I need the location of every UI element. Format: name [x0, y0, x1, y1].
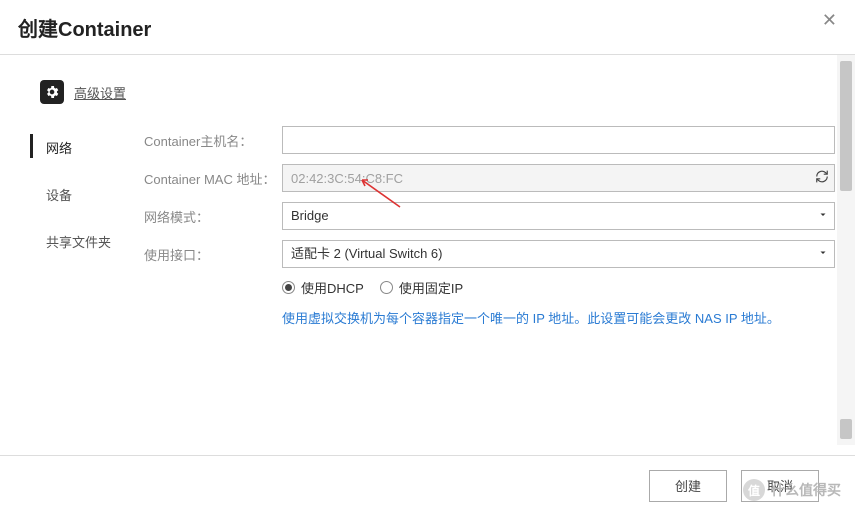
chevron-down-icon [817, 209, 829, 224]
dialog-title: 创建Container [18, 13, 151, 42]
refresh-icon[interactable] [815, 170, 829, 187]
sidebar-item-device[interactable]: 设备 [0, 171, 130, 218]
sidebar-item-label: 设备 [46, 188, 72, 203]
radio-use-static-ip[interactable]: 使用固定IP [380, 278, 463, 297]
sidebar-item-label: 网络 [46, 141, 72, 156]
scrollbar-thumb[interactable] [840, 419, 852, 439]
network-mode-value: Bridge [291, 208, 329, 223]
scrollbar-thumb[interactable] [840, 61, 852, 191]
close-icon[interactable]: ✕ [822, 10, 837, 31]
mode-label: 网络模式： [144, 207, 282, 226]
mac-input[interactable] [282, 164, 835, 192]
sidebar-item-label: 共享文件夹 [46, 235, 111, 250]
interface-select[interactable]: 适配卡 2 (Virtual Switch 6) [282, 240, 835, 268]
vertical-scrollbar[interactable] [837, 55, 855, 445]
mac-label: Container MAC 地址： [144, 169, 282, 188]
sidebar-item-shared-folder[interactable]: 共享文件夹 [0, 218, 130, 265]
radio-dot-icon [380, 281, 393, 294]
hostname-input[interactable] [282, 126, 835, 154]
hostname-label: Container主机名： [144, 131, 282, 150]
gear-icon [40, 80, 64, 104]
iface-label: 使用接口： [144, 245, 282, 264]
network-mode-select[interactable]: Bridge [282, 202, 835, 230]
create-button[interactable]: 创建 [649, 470, 727, 502]
sidebar-item-network[interactable]: 网络 [0, 124, 130, 171]
radio-dhcp-label: 使用DHCP [301, 278, 364, 297]
radio-dot-icon [282, 281, 295, 294]
cancel-button[interactable]: 取消 [741, 470, 819, 502]
interface-value: 适配卡 2 (Virtual Switch 6) [291, 246, 442, 261]
radio-use-dhcp[interactable]: 使用DHCP [282, 278, 364, 297]
radio-static-label: 使用固定IP [399, 278, 463, 297]
network-hint-text: 使用虚拟交换机为每个容器指定一个唯一的 IP 地址。此设置可能会更改 NAS I… [282, 309, 835, 330]
advanced-settings-link[interactable]: 高级设置 [74, 83, 126, 102]
chevron-down-icon [817, 247, 829, 262]
